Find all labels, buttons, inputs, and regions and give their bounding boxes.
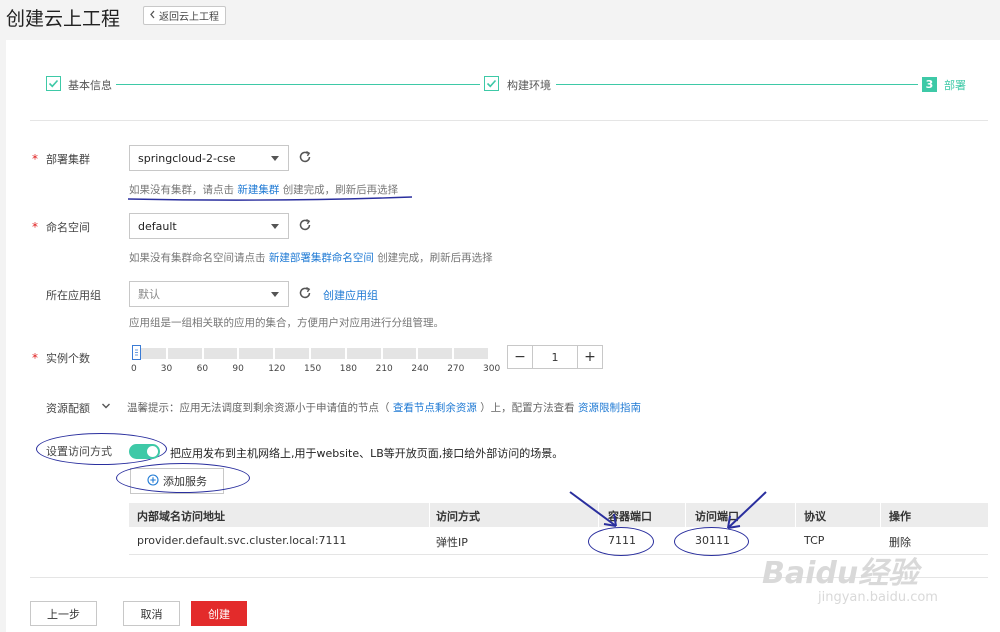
namespace-hint: 如果没有集群命名空间请点击 新建部署集群命名空间 创建完成，刷新后再选择 bbox=[129, 252, 493, 264]
column-separator bbox=[429, 503, 430, 527]
watermark-logo: Baidu经验 bbox=[762, 556, 919, 591]
instances-label: 实例个数 bbox=[46, 352, 90, 365]
access-toggle[interactable] bbox=[129, 444, 160, 459]
create-button[interactable]: 创建 bbox=[191, 601, 247, 626]
required-mark: * bbox=[32, 351, 38, 365]
refresh-icon[interactable] bbox=[298, 286, 312, 303]
instances-slider[interactable] bbox=[131, 348, 489, 360]
slider-tick-label: 300 bbox=[483, 364, 501, 374]
slider-tick-label: 240 bbox=[411, 364, 429, 374]
slider-tick-label: 90 bbox=[232, 364, 244, 374]
step-label-build: 构建环境 bbox=[507, 79, 551, 92]
column-header: 协议 bbox=[804, 510, 826, 523]
slider-tick-label: 120 bbox=[268, 364, 286, 374]
column-separator bbox=[795, 503, 796, 527]
page-title: 创建云上工程 bbox=[6, 8, 121, 30]
node-resources-link[interactable]: 查看节点剩余资源 bbox=[393, 402, 477, 414]
namespace-label: 命名空间 bbox=[46, 221, 90, 234]
slider-ticks: 0 30 60 90 120 150 180 210 240 270 300 bbox=[131, 364, 500, 376]
cluster-select-value: springcloud-2-cse bbox=[138, 151, 236, 165]
slider-segment bbox=[346, 348, 381, 359]
namespace-select[interactable]: default bbox=[129, 213, 289, 239]
column-header: 内部域名访问地址 bbox=[137, 510, 225, 523]
slider-segment bbox=[454, 348, 488, 359]
caret-down-icon bbox=[271, 292, 279, 297]
checkbox-checked-icon bbox=[46, 76, 61, 91]
slider-tick-label: 30 bbox=[160, 364, 173, 374]
cluster-select[interactable]: springcloud-2-cse bbox=[129, 145, 289, 171]
cluster-label: 部署集群 bbox=[46, 153, 90, 166]
slider-tick-label: 210 bbox=[375, 364, 393, 374]
slider-segment bbox=[382, 348, 417, 359]
resources-label: 资源配额 bbox=[46, 402, 90, 415]
divider bbox=[30, 120, 988, 121]
column-separator bbox=[880, 503, 881, 527]
prev-step-button[interactable]: 上一步 bbox=[30, 601, 97, 626]
chevron-down-icon[interactable] bbox=[101, 400, 111, 414]
annotation-ellipse bbox=[116, 463, 250, 493]
slider-tick-label: 180 bbox=[339, 364, 357, 374]
column-header: 访问方式 bbox=[436, 510, 480, 523]
slider-tick-label: 270 bbox=[447, 364, 465, 374]
access-description: 把应用发布到主机网络上,用于website、LB等开放页面,接口给外部访问的场景… bbox=[170, 447, 564, 460]
app-group-hint: 应用组是一组相关联的应用的集合，方便用户对应用进行分组管理。 bbox=[129, 317, 444, 329]
table-cell: provider.default.svc.cluster.local:7111 bbox=[137, 534, 347, 547]
required-mark: * bbox=[32, 220, 38, 234]
slider-segment bbox=[203, 348, 238, 359]
slider-segment bbox=[311, 348, 345, 359]
caret-down-icon bbox=[271, 156, 279, 161]
table-cell: 弹性IP bbox=[436, 536, 468, 549]
slider-tick-label: 150 bbox=[304, 364, 322, 374]
instances-stepper: − 1 + bbox=[507, 345, 603, 369]
back-button-label: 返回云上工程 bbox=[159, 12, 219, 23]
annotation-underline bbox=[127, 196, 413, 201]
slider-handle[interactable] bbox=[132, 345, 142, 360]
refresh-icon[interactable] bbox=[298, 150, 312, 167]
namespace-select-value: default bbox=[138, 219, 177, 233]
slider-segment bbox=[239, 348, 274, 359]
decrement-button[interactable]: − bbox=[508, 346, 532, 368]
slider-segment bbox=[167, 348, 202, 359]
table-header: 内部域名访问地址 访问方式 容器端口 访问端口 协议 操作 bbox=[129, 503, 988, 527]
resource-limit-guide-link[interactable]: 资源限制指南 bbox=[578, 402, 641, 414]
toggle-knob bbox=[147, 446, 158, 457]
increment-button[interactable]: + bbox=[578, 346, 602, 368]
slider-segment bbox=[275, 348, 309, 359]
caret-down-icon bbox=[271, 224, 279, 229]
slider-tick-label: 0 bbox=[131, 364, 137, 374]
step-label-deploy: 部署 bbox=[944, 79, 966, 92]
chevron-left-icon bbox=[149, 10, 156, 22]
slider-segment bbox=[418, 348, 453, 359]
annotation-arrows bbox=[569, 491, 767, 529]
step-connector bbox=[556, 84, 918, 85]
table-cell: TCP bbox=[804, 534, 825, 547]
step-connector bbox=[116, 84, 480, 85]
checkbox-checked-icon bbox=[484, 76, 499, 91]
resources-tip: 温馨提示：应用无法调度到剩余资源小于申请值的节点（ 查看节点剩余资源 ）上，配置… bbox=[127, 402, 642, 414]
app-group-label: 所在应用组 bbox=[46, 289, 101, 302]
cancel-button[interactable]: 取消 bbox=[123, 601, 180, 626]
back-button[interactable]: 返回云上工程 bbox=[143, 6, 226, 25]
column-header: 操作 bbox=[889, 510, 911, 523]
step-basic-info bbox=[46, 76, 61, 91]
step-build-env bbox=[484, 76, 499, 91]
app-group-select[interactable]: 默认 bbox=[129, 281, 289, 307]
step-label-basic: 基本信息 bbox=[68, 79, 112, 92]
watermark-url: jingyan.baidu.com bbox=[818, 590, 938, 605]
new-namespace-link[interactable]: 新建部署集群命名空间 bbox=[269, 252, 374, 264]
app-group-placeholder: 默认 bbox=[138, 288, 160, 301]
required-mark: * bbox=[32, 152, 38, 166]
instances-input[interactable]: 1 bbox=[532, 346, 578, 368]
create-app-group-link[interactable]: 创建应用组 bbox=[323, 287, 378, 303]
refresh-icon[interactable] bbox=[298, 218, 312, 235]
slider-tick-label: 60 bbox=[196, 364, 209, 374]
step-number-current: 3 bbox=[922, 77, 937, 92]
